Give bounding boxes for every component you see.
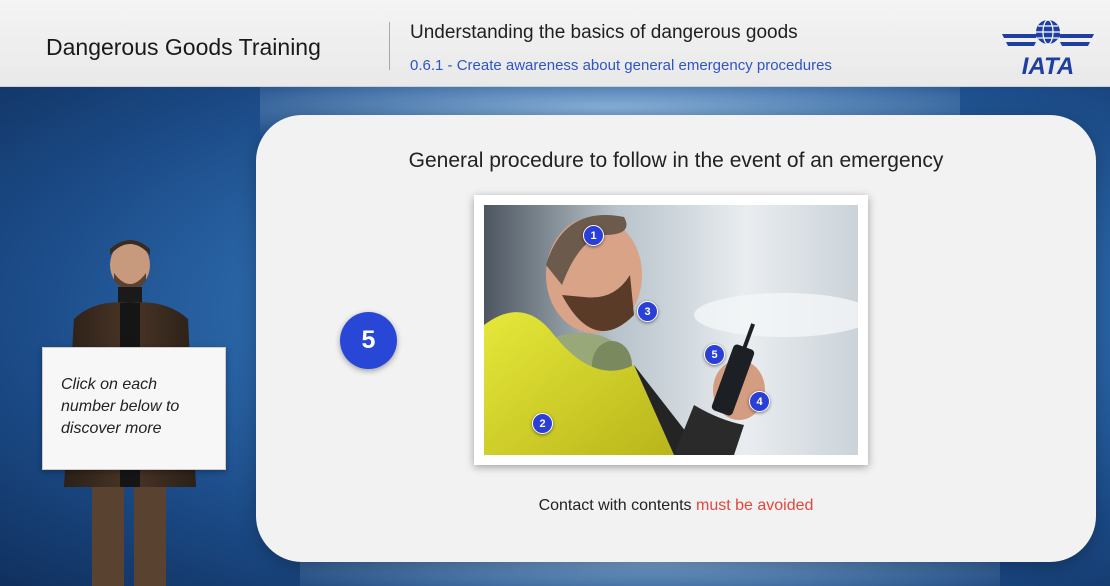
hotspot-5[interactable]: 5	[704, 344, 725, 365]
header-divider	[389, 22, 390, 70]
caption-prefix: Contact with contents	[538, 497, 696, 514]
module-subtitle: 0.6.1 - Create awareness about general e…	[410, 57, 832, 74]
worker-photo: 1 2 3 4 5	[484, 205, 858, 455]
hotspot-1[interactable]: 1	[583, 225, 604, 246]
iata-logo: IATA	[998, 12, 1098, 80]
current-step-badge: 5	[340, 312, 397, 369]
hotspot-2[interactable]: 2	[532, 413, 553, 434]
module-title: Understanding the basics of dangerous go…	[410, 22, 798, 43]
course-title: Dangerous Goods Training	[46, 34, 321, 60]
hotspot-3[interactable]: 3	[637, 301, 658, 322]
photo-frame: 1 2 3 4 5	[474, 195, 868, 465]
instruction-sign: Click on each number below to discover m…	[42, 347, 226, 470]
sign-text: Click on each number below to discover m…	[61, 376, 180, 437]
header-bar: Dangerous Goods Training Understanding t…	[0, 0, 1110, 87]
hotspot-4[interactable]: 4	[749, 391, 770, 412]
caption-warning: must be avoided	[696, 497, 814, 514]
logo-text: IATA	[1022, 53, 1074, 78]
content-card: General procedure to follow in the event…	[256, 115, 1096, 562]
content-stage: Click on each number below to discover m…	[0, 87, 1110, 586]
card-title: General procedure to follow in the event…	[408, 149, 944, 172]
caption: Contact with contents must be avoided	[256, 497, 1096, 515]
